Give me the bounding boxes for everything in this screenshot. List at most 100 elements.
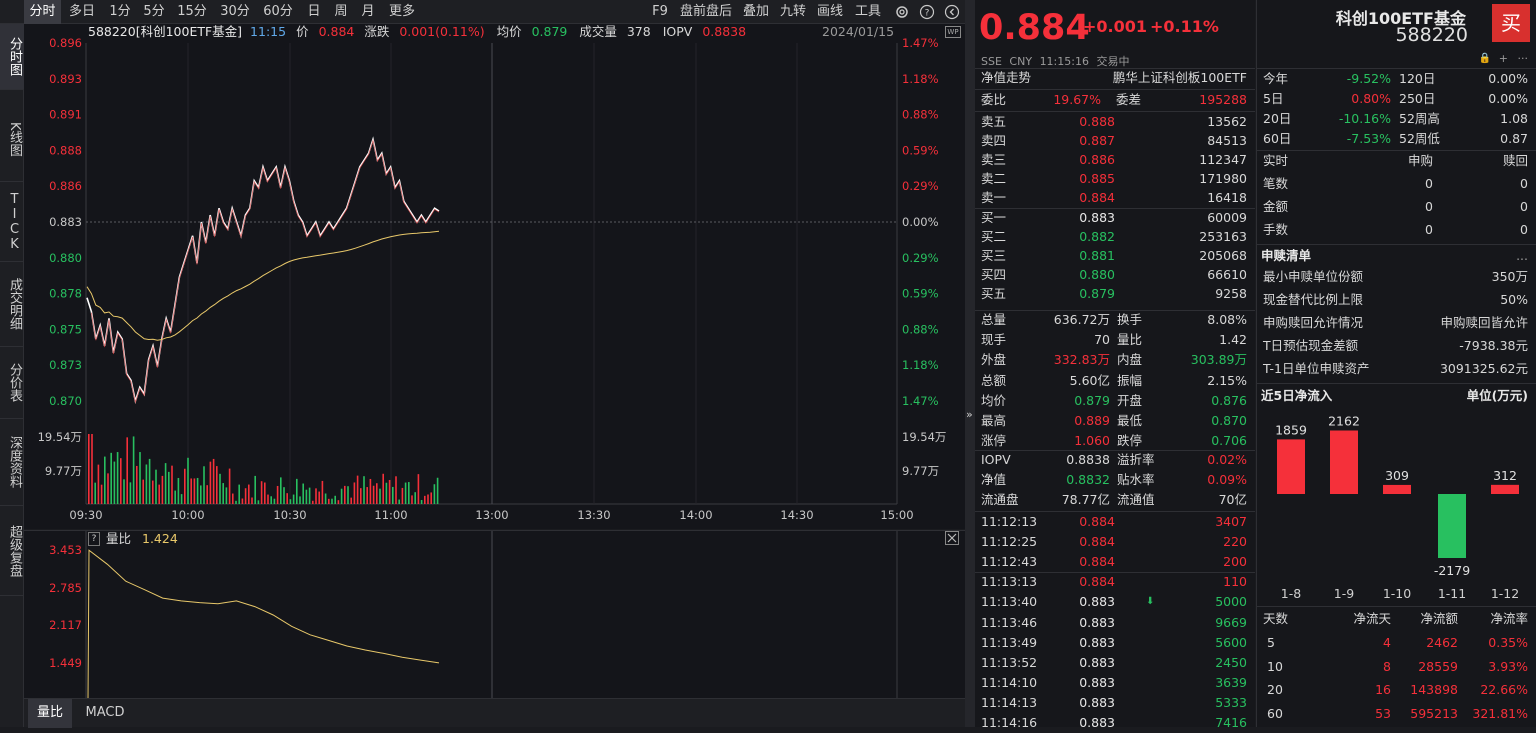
tab-timeshare[interactable]: 分时 [24,0,61,24]
iopv-value: 0.02% [1207,452,1247,467]
tick-time: 11:12:43 [981,554,1038,570]
tick-time: 11:13:52 [981,654,1038,670]
tick-volume: 110 [1223,574,1247,590]
volume-bar [305,489,308,504]
pre-post-market-button[interactable]: 盘前盘后 [676,0,736,24]
tab-5min[interactable]: 5分 [139,0,169,24]
time-tick-label: 13:30 [577,508,610,522]
iopv-label: 溢折率 [1117,452,1155,467]
indicator-help-icon[interactable]: ? [88,532,100,546]
nav-price-distribution[interactable]: 分价表 [0,347,24,419]
volume-ratio-chart[interactable]: 3.453 2.785 2.117 1.449 ? 量比 1.424 [24,530,965,699]
lock-icon[interactable]: 🔒 [1479,53,1491,64]
volume-bar [251,497,253,504]
tab-1min[interactable]: 1分 [105,0,135,24]
volume-bar [280,477,282,504]
help-icon[interactable]: ? [916,0,938,24]
tab-more[interactable]: 更多 [384,0,420,24]
flow-amount: 2462 [1426,635,1458,650]
volume-bar [190,478,192,504]
volume-bar [372,485,375,504]
pct-tick-label: 0.29% [902,179,939,193]
bid-volume: 253163 [1199,229,1247,244]
volume-bar [97,464,100,504]
price-tick-label: 0.896 [49,36,82,50]
tab-30min[interactable]: 30分 [216,0,254,24]
flow-up-days: 16 [1375,682,1391,697]
volume-bar [241,498,244,504]
volume-tick-label: 19.54万 [38,430,82,444]
ask-volume: 112347 [1199,152,1247,167]
tab-volume-ratio[interactable]: 量比 [28,699,72,728]
nav-trade-details[interactable]: 成交明细 [0,262,24,347]
price-change: +0.001 [1083,17,1148,36]
tick-time: 11:13:13 [981,574,1038,590]
collapse-chevron-icon[interactable] [941,0,963,24]
panel-splitter[interactable]: » [965,0,975,727]
pct-tick-label: 0.59% [902,287,939,301]
more-icon[interactable]: ··· [1518,52,1529,65]
volume-bar [264,482,266,504]
nav-tick[interactable]: TICK [0,182,24,262]
volume-bar [145,464,148,504]
net-inflow-bar-chart: 1859 1-8 2162 1-9 309 1-10 -2179 1-11 312 1-12 [1275,413,1519,601]
flow-header: 净流率 [1490,611,1528,626]
f9-button[interactable]: F9 [648,0,672,24]
tab-60min[interactable]: 60分 [259,0,297,24]
price-volume-svg: 0.896 0.893 0.891 0.888 0.886 0.883 0.880 0.878… [38,36,947,522]
tab-multiday[interactable]: 多日 [63,0,101,24]
nav-super-replay[interactable]: 超级复盘 [0,506,24,596]
perf-value: 1.08 [1500,111,1528,126]
volume-bar [148,458,151,504]
tick-volume: 7416 [1215,715,1247,730]
flow-days: 60 [1267,705,1283,721]
nav-trend-label[interactable]: 净值走势 [981,68,1031,88]
time-tick-label: 13:00 [475,508,508,522]
draw-line-button[interactable]: 画线 [814,0,846,24]
bid-price: 0.883 [1079,210,1115,225]
tick-price: 0.884 [1079,554,1115,570]
tab-week[interactable]: 周 [329,0,353,24]
stat-label: 总量 [981,312,1007,327]
intraday-price-chart[interactable]: 588220[科创100ETF基金] 11:15 价 0.884 涨跌 0.00… [24,24,965,529]
nav-depth-data[interactable]: 深度资料 [0,419,24,506]
volume-ratio-svg: 3.453 2.785 2.117 1.449 [49,531,898,699]
sg-label: 申购赎回允许情况 [1263,315,1364,330]
volume-bar [110,452,112,504]
close-indicator-icon[interactable] [945,531,959,545]
bid-volume: 66610 [1207,267,1247,282]
nine-turn-button[interactable]: 九转 [777,0,809,24]
expand-arrow-icon[interactable]: » [966,408,973,421]
overlay-button[interactable]: 叠加 [740,0,772,24]
tab-macd[interactable]: MACD [76,699,134,728]
perf-label: 52周低 [1399,131,1440,146]
tab-15min[interactable]: 15分 [173,0,211,24]
stat-label: 现手 [981,332,1007,348]
pct-tick-label: 0.00% [902,215,939,229]
volume-bar [420,500,423,504]
ask-level-label: 卖二 [981,171,1007,186]
bid-volume: 60009 [1207,210,1247,225]
buy-button[interactable]: 买 [1492,4,1530,42]
stat-label: 外盘 [981,352,1007,368]
tab-day[interactable]: 日 [302,0,326,24]
pct-tick-label: 1.18% [902,72,939,86]
indicator-tabs: 量比 MACD [24,698,965,728]
sg-label: 最小申赎单位份额 [1263,269,1364,284]
volume-bar [283,487,285,504]
settings-gear-icon[interactable] [891,0,913,24]
perf-value: -10.16% [1338,111,1391,126]
tracked-index: 鹏华上证科创板100ETF [1112,70,1247,85]
tick-price: 0.884 [1079,534,1115,550]
tab-month[interactable]: 月 [356,0,380,24]
bid-volume: 9258 [1215,286,1247,301]
add-icon[interactable]: + [1499,52,1508,65]
flow-bar-label: 309 [1385,468,1409,483]
realtime-header: 赎回 [1502,153,1528,168]
nav-kline-chart[interactable]: K线图 [0,98,24,182]
volume-bar [382,473,384,504]
ask-level-label: 卖四 [981,133,1007,148]
nav-timeshare-chart[interactable]: 分时图 [0,24,24,90]
iopv-value: 0.8832 [1066,472,1110,487]
tools-button[interactable]: 工具 [852,0,884,24]
